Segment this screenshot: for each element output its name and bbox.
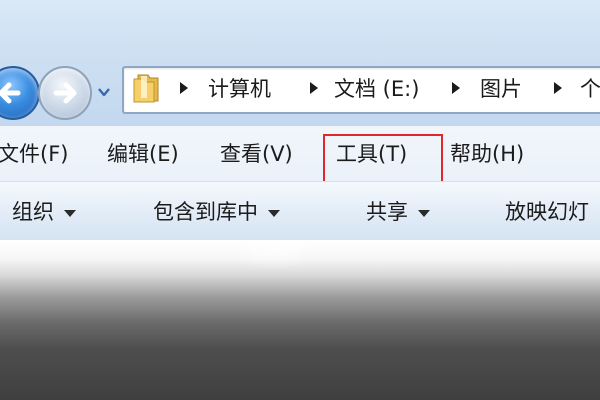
folder-icon xyxy=(133,74,159,103)
address-bar[interactable]: 计算机 文档 (E:) 图片 个 xyxy=(122,66,600,114)
dropdown-caret-icon xyxy=(418,209,430,217)
slideshow-label: 放映幻灯 xyxy=(505,200,589,224)
include-in-library-button[interactable]: 包含到库中 xyxy=(153,196,280,228)
breadcrumb-computer[interactable]: 计算机 xyxy=(208,73,271,105)
recent-pages-button[interactable] xyxy=(96,84,112,100)
menu-view[interactable]: 查看(V) xyxy=(220,138,293,170)
breadcrumb-subfolder[interactable]: 个 xyxy=(580,73,600,105)
slideshow-button[interactable]: 放映幻灯 xyxy=(505,196,589,228)
tools-menu-highlight-box xyxy=(323,134,443,184)
breadcrumb-arrow-icon[interactable] xyxy=(308,81,320,95)
include-in-library-label: 包含到库中 xyxy=(153,200,258,224)
title-bar: 计算机 文档 (E:) 图片 个 xyxy=(0,0,600,125)
back-arrow-icon xyxy=(0,82,21,104)
dropdown-caret-icon xyxy=(64,209,76,217)
forward-button[interactable] xyxy=(38,66,92,120)
breadcrumb-arrow-icon[interactable] xyxy=(552,81,564,95)
back-button[interactable] xyxy=(0,66,40,120)
breadcrumb-documents[interactable]: 文档 (E:) xyxy=(334,73,419,105)
chevron-down-icon xyxy=(98,88,110,97)
breadcrumb-arrow-icon[interactable] xyxy=(178,81,190,95)
menu-bar: 文件(F) 编辑(E) 查看(V) 工具(T) 帮助(H) xyxy=(0,125,600,182)
organize-label: 组织 xyxy=(12,200,54,224)
dropdown-caret-icon xyxy=(268,209,280,217)
share-button[interactable]: 共享 xyxy=(366,196,430,228)
organize-button[interactable]: 组织 xyxy=(12,196,76,228)
share-label: 共享 xyxy=(366,200,408,224)
menu-file[interactable]: 文件(F) xyxy=(0,138,68,170)
menu-help[interactable]: 帮助(H) xyxy=(450,138,524,170)
content-highlight xyxy=(230,240,320,270)
menu-edit[interactable]: 编辑(E) xyxy=(107,138,179,170)
forward-arrow-icon xyxy=(53,82,77,104)
command-toolbar: 组织 包含到库中 共享 放映幻灯 xyxy=(0,181,600,241)
breadcrumb-arrow-icon[interactable] xyxy=(450,81,462,95)
breadcrumb-pictures[interactable]: 图片 xyxy=(480,73,522,105)
